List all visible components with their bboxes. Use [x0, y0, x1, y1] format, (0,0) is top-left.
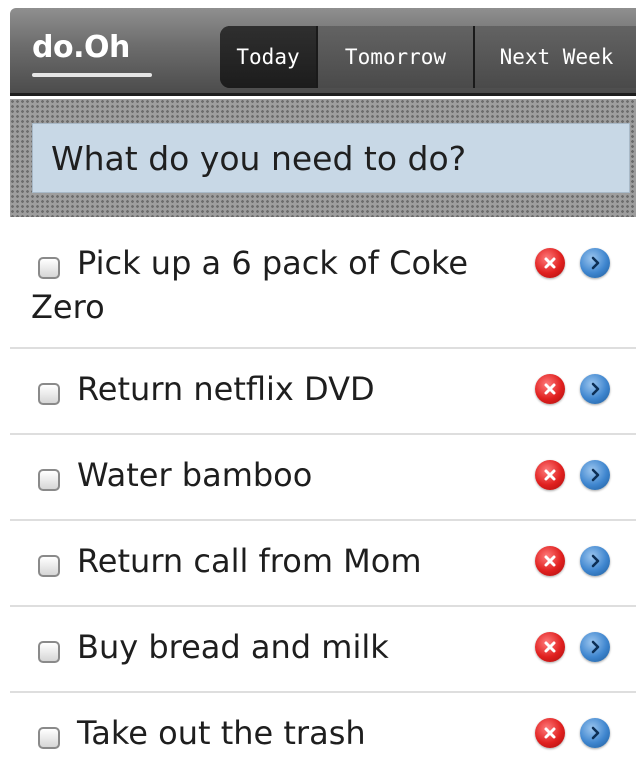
task-text: Pick up a 6 pack of Coke Zero [31, 244, 469, 326]
task-item: Water bamboo [10, 435, 636, 521]
day-tabs: Today Tomorrow Next Week [220, 26, 636, 88]
app-header: do.Oh Today Tomorrow Next Week [10, 8, 636, 96]
task-text: Return call from Mom [77, 542, 422, 580]
delete-icon[interactable] [535, 718, 565, 748]
task-text: Take out the trash [77, 714, 366, 752]
delete-icon[interactable] [535, 460, 565, 490]
logo-underline [32, 73, 152, 77]
delete-icon[interactable] [535, 632, 565, 662]
task-text: Water bamboo [77, 456, 313, 494]
task-item: Take out the trash [10, 693, 636, 775]
tab-tomorrow[interactable]: Tomorrow [316, 26, 473, 88]
new-task-input[interactable] [32, 123, 630, 193]
app-logo[interactable]: do.Oh [32, 30, 130, 66]
task-item: Return call from Mom [10, 521, 636, 607]
move-forward-icon[interactable] [580, 718, 610, 748]
tab-next-week[interactable]: Next Week [473, 26, 636, 88]
delete-icon[interactable] [535, 546, 565, 576]
tab-today[interactable]: Today [220, 26, 316, 88]
move-forward-icon[interactable] [580, 248, 610, 278]
task-item: Return netflix DVD [10, 349, 636, 435]
task-item: Buy bread and milk [10, 607, 636, 693]
move-forward-icon[interactable] [580, 374, 610, 404]
move-forward-icon[interactable] [580, 632, 610, 662]
new-task-panel [10, 99, 636, 217]
task-item: Pick up a 6 pack of Coke Zero [10, 217, 636, 349]
move-forward-icon[interactable] [580, 460, 610, 490]
move-forward-icon[interactable] [580, 546, 610, 576]
task-list: Pick up a 6 pack of Coke Zero Return net… [10, 217, 636, 775]
task-text: Buy bread and milk [77, 628, 389, 666]
delete-icon[interactable] [535, 374, 565, 404]
task-text: Return netflix DVD [77, 370, 375, 408]
delete-icon[interactable] [535, 248, 565, 278]
